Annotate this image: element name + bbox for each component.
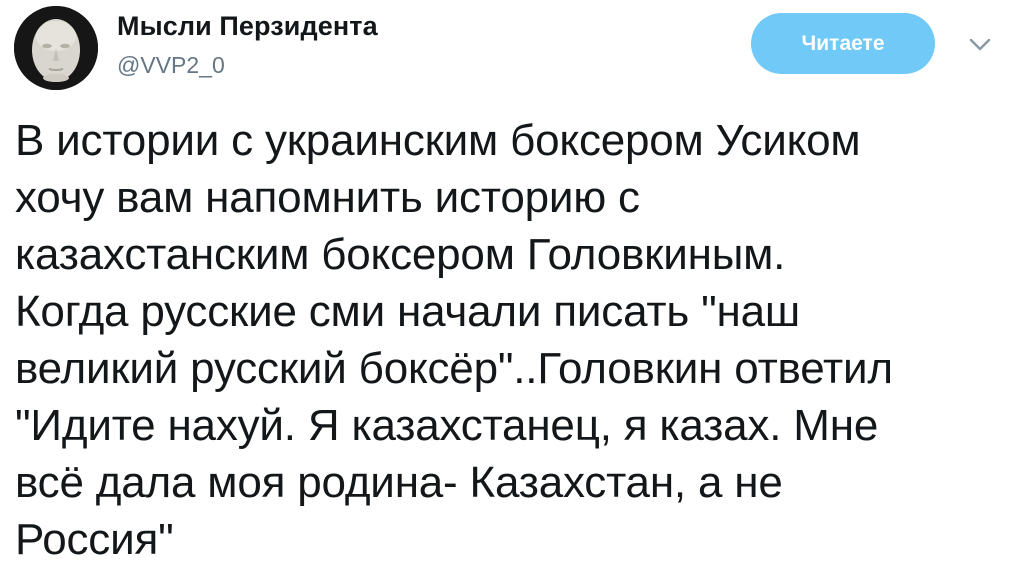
tweet-text: В истории с украинским боксером Усиком х… [15, 116, 893, 564]
author-display-name[interactable]: Мысли Перзидента [117, 11, 378, 42]
avatar[interactable] [14, 6, 98, 90]
following-button[interactable]: Читаете [751, 13, 935, 74]
tweet-header: Мысли Перзидента @VVP2_0 Читаете [0, 0, 1027, 100]
plaster-mask-avatar-icon [14, 6, 98, 90]
author-handle[interactable]: @VVP2_0 [117, 52, 225, 79]
chevron-down-icon [969, 38, 991, 51]
tweet-menu-button[interactable] [964, 30, 996, 60]
